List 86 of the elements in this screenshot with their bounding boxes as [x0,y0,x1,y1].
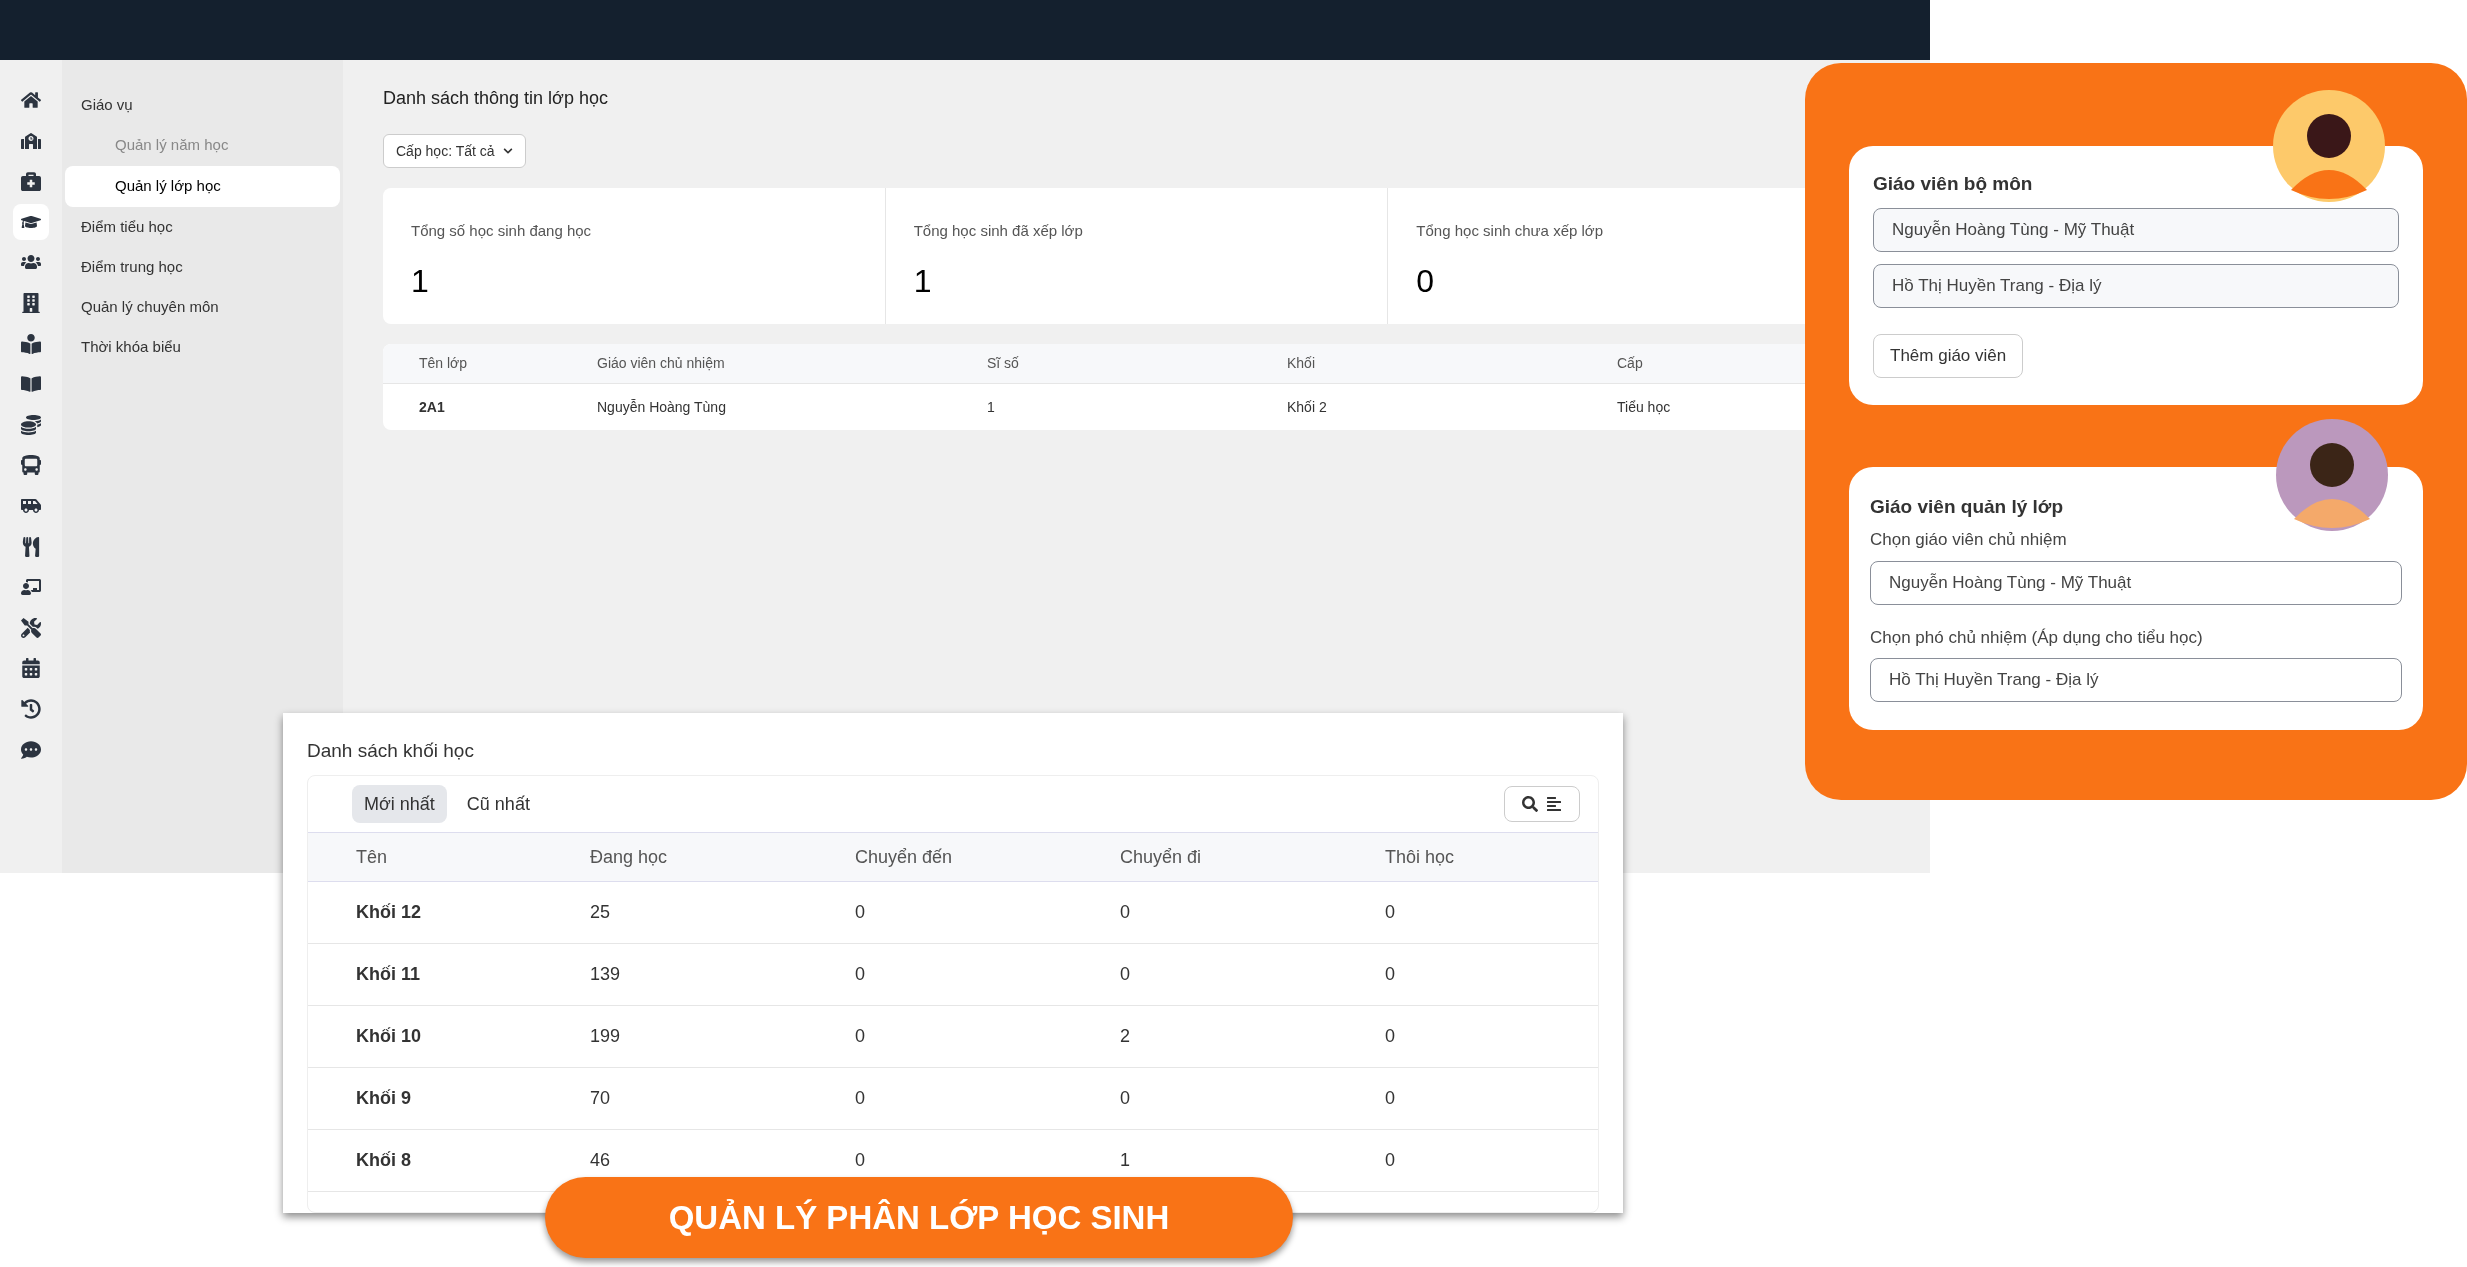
nav-icon-button[interactable] [13,203,49,240]
table-cell-text: 0 [855,901,866,924]
table-cell-text: 139 [590,963,622,986]
table-cell-text: 199 [590,1025,622,1048]
search-icon [1522,796,1538,812]
table-cell-text: Khối 9 [356,1087,412,1110]
banner: QUẢN LÝ PHÂN LỚP HỌC SINH [545,1177,1293,1258]
table-cell-text: 25 [590,901,612,924]
stat-value: 1 [411,261,430,301]
stat-label: Tổng số học sinh đang học [411,221,593,241]
table-cell-text: Khối 8 [356,1149,412,1172]
column-header: Đang học [590,845,669,869]
utensils-icon [21,536,41,557]
column-header: Chuyển đi [1120,845,1203,869]
table-cell-text: 0 [1385,901,1396,924]
lines-icon [1546,796,1562,812]
table-cell-text: 0 [1385,1149,1396,1172]
medical-case-icon [21,171,41,192]
bus-icon [21,455,41,476]
reader-icon [21,333,41,354]
chat-icon [21,739,41,760]
table-cell-text: 0 [1120,1087,1131,1110]
add-teacher-button[interactable]: Thêm giáo viên [1873,334,2024,378]
teacher-field[interactable]: Hồ Thị Huyền Trang - Địa lý [1873,264,2399,308]
card-title: Giáo viên bộ môn [1873,172,2034,196]
home-icon [21,90,41,110]
submenu-item[interactable]: Điểm tiểu học [65,207,340,247]
table-cell-text: Tiểu học [1617,397,1672,417]
table-cell-text: 46 [590,1149,612,1172]
table-cell-text: 1 [1120,1149,1131,1172]
sort-tab[interactable]: Mới nhất [352,785,447,823]
school-icon [21,130,41,151]
table-cell-text: 0 [855,963,866,986]
table-cell-text: 2A1 [419,397,446,417]
table-cell-text: 1 [987,397,996,417]
search-filter-button[interactable] [1504,786,1580,822]
teacher-field[interactable]: Nguyễn Hoàng Tùng - Mỹ Thuật [1873,208,2399,252]
table-cell-text: Nguyễn Hoàng Tùng [597,397,727,417]
table-cell-text: 0 [855,1087,866,1110]
tools-icon [21,617,41,638]
submenu-item[interactable]: Giáo vụ [65,85,340,125]
submenu-item[interactable]: Quản lý chuyên môn [65,287,340,327]
teacher-board-icon [21,577,41,598]
stat-value: 1 [913,261,933,301]
page-title: Danh sách thông tin lớp học [383,86,609,110]
table-cell-text: 0 [855,1149,866,1172]
table-cell-text: 0 [1120,901,1131,924]
chevron-icon [502,146,513,156]
teacher-select-field[interactable]: Nguyễn Hoàng Tùng - Mỹ Thuật [1870,560,2402,605]
level-filter-dropdown[interactable]: Cấp học: Tất cả [383,134,526,168]
submenu-item[interactable]: Điểm trung học [65,247,340,287]
table-cell-text: 70 [590,1087,612,1110]
sort-tab[interactable]: Cũ nhất [454,785,542,823]
table-cell-text: 0 [1385,1087,1396,1110]
column-header: Thôi học [1385,845,1456,869]
table-cell-text: Khối 12 [356,901,422,924]
card-title: Giáo viên quản lý lớp [1870,495,2064,519]
column-header: Tên [356,845,389,869]
table-cell-text: 0 [855,1025,866,1048]
column-header: Sĩ số [987,354,1020,373]
book-icon [21,374,41,395]
table-cell-text: 0 [1120,963,1131,986]
teacher-select-field[interactable]: Hồ Thị Huyền Trang - Địa lý [1870,658,2402,702]
field-label: Chọn giáo viên chủ nhiệm [1870,529,2068,551]
card-title: Danh sách khối học [307,739,475,763]
calendar-icon [21,658,41,679]
submenu-item[interactable]: Thời khóa biểu [65,327,340,367]
column-header: Cấp [1617,354,1644,373]
column-header: Khối [1287,354,1317,373]
table-cell-text: Khối 11 [356,963,422,986]
stat-label: Tổng học sinh đã xếp lớp [913,221,1084,241]
column-header: Tên lớp [419,354,469,373]
stat-value: 0 [1416,261,1436,301]
table-cell-text: Khối 10 [356,1025,422,1048]
table-cell-text: 2 [1120,1025,1131,1048]
table-cell-text: 0 [1385,963,1396,986]
column-header: Giáo viên chủ nhiệm [597,354,726,373]
field-label: Chọn phó chủ nhiệm (Áp dụng cho tiểu học) [1870,626,2204,649]
table-cell-text: 0 [1385,1025,1396,1048]
stat-label: Tổng học sinh chưa xếp lớp [1416,221,1604,241]
column-header: Chuyển đến [855,845,954,869]
submenu-subitem[interactable]: Quản lý lớp học [65,166,340,207]
history-icon [21,698,41,719]
table-cell-text: Khối 2 [1287,397,1328,417]
building-icon [21,292,41,313]
coins-icon [21,414,41,435]
